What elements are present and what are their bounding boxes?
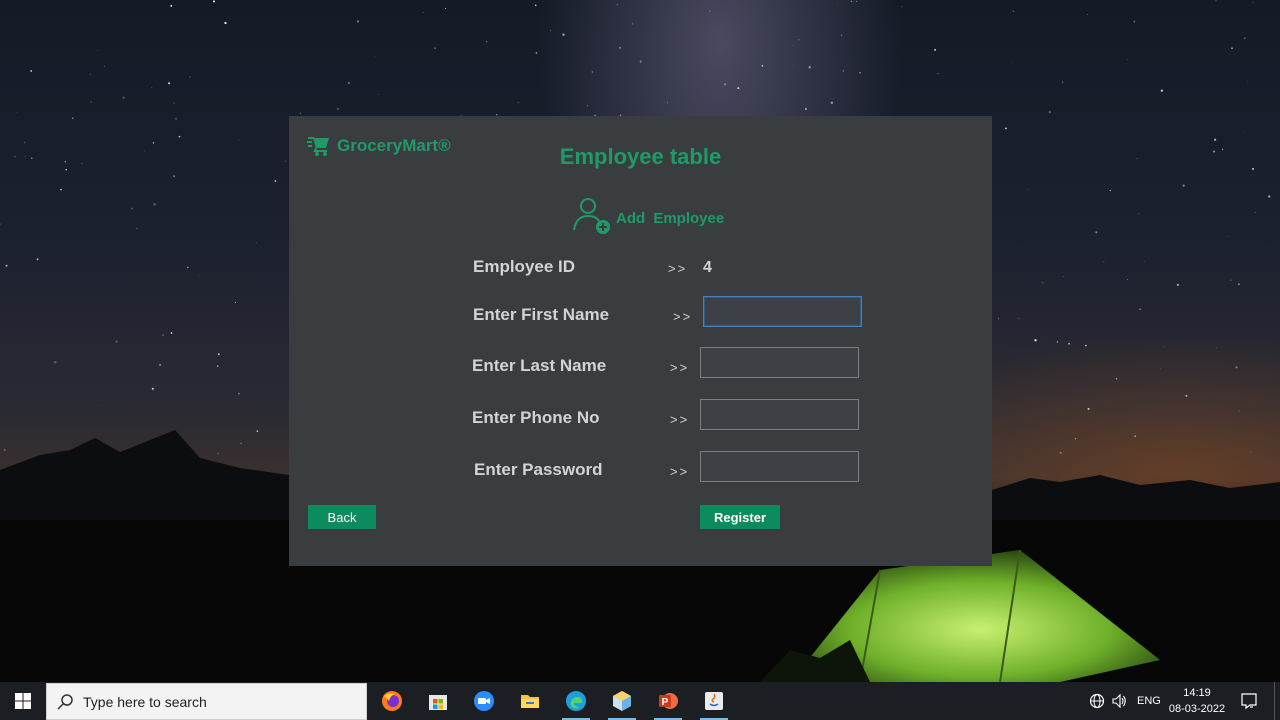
taskbar-search-box[interactable]: Type here to search <box>46 683 367 720</box>
employee-registration-window: GroceryMart® Employee table Add Employee… <box>289 116 992 566</box>
svg-text:P: P <box>662 697 669 708</box>
last-name-input[interactable] <box>700 347 859 378</box>
employee-id-value: 4 <box>703 259 712 276</box>
back-button[interactable]: Back <box>308 505 376 529</box>
password-arrow: >> <box>670 464 690 479</box>
windows-logo-icon <box>15 693 31 709</box>
clock-time: 14:19 <box>1183 687 1211 699</box>
edge-icon[interactable] <box>556 682 596 720</box>
notification-center-icon[interactable] <box>1240 692 1258 710</box>
search-placeholder: Type here to search <box>83 693 207 710</box>
show-desktop-button[interactable] <box>1274 682 1280 720</box>
search-icon <box>57 693 73 710</box>
firefox-icon[interactable] <box>372 682 412 720</box>
java-icon[interactable] <box>694 682 734 720</box>
first-name-label: Enter First Name <box>473 305 610 324</box>
employee-id-arrow: >> <box>668 261 688 276</box>
file-explorer-icon[interactable] <box>510 682 550 720</box>
add-user-icon <box>573 198 610 234</box>
network-globe-icon[interactable] <box>1089 693 1105 709</box>
phone-label: Enter Phone No <box>472 408 600 427</box>
volume-icon[interactable] <box>1111 693 1127 709</box>
taskbar: Type here to search P ENG 14:19 08-03-20… <box>0 682 1280 720</box>
phone-input[interactable] <box>700 399 859 430</box>
start-button[interactable] <box>0 682 46 720</box>
first-name-input[interactable] <box>703 296 862 327</box>
clock[interactable]: 14:19 08-03-2022 <box>1166 685 1228 717</box>
netbeans-icon[interactable] <box>602 682 642 720</box>
page-title: Employee table <box>559 144 722 169</box>
password-label: Enter Password <box>474 460 603 479</box>
first-name-arrow: >> <box>673 309 693 324</box>
clock-date: 08-03-2022 <box>1168 703 1226 715</box>
zoom-icon[interactable] <box>464 682 504 720</box>
register-button[interactable]: Register <box>700 505 780 529</box>
add-employee-header: Add Employee <box>572 196 724 236</box>
last-name-label: Enter Last Name <box>472 356 607 375</box>
phone-arrow: >> <box>670 412 690 427</box>
microsoft-store-icon[interactable] <box>418 682 458 720</box>
add-employee-label: Add Employee <box>616 209 725 227</box>
employee-id-label: Employee ID <box>473 257 576 276</box>
language-indicator[interactable]: ENG <box>1137 695 1161 707</box>
last-name-arrow: >> <box>670 360 690 375</box>
password-input[interactable] <box>700 451 859 482</box>
powerpoint-icon[interactable]: P <box>648 682 688 720</box>
